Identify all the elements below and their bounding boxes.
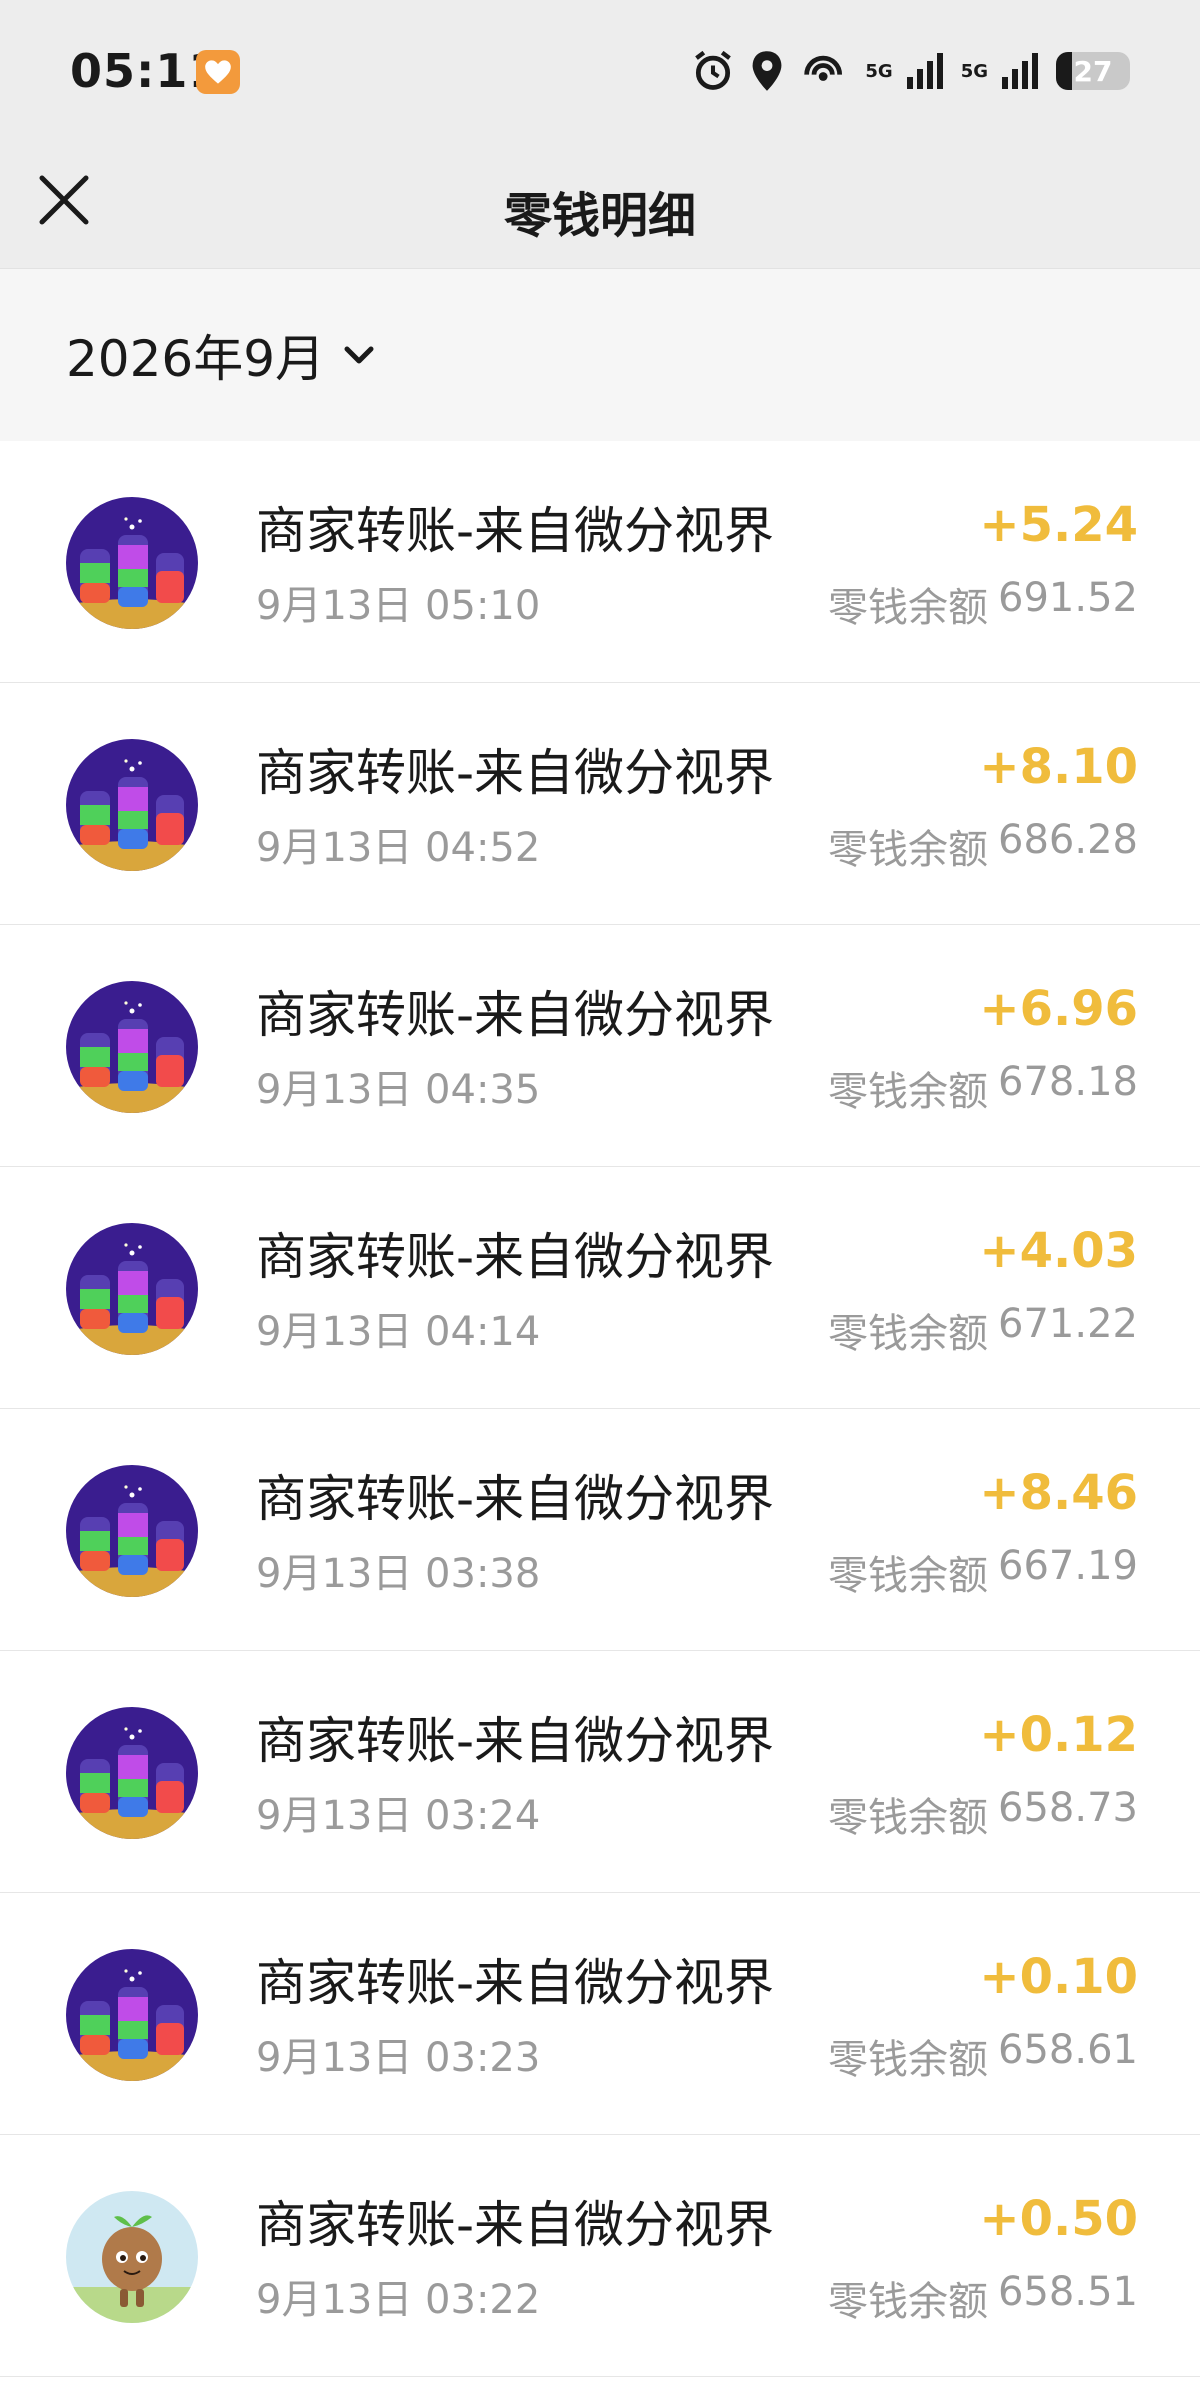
balance-label: 零钱余额 xyxy=(828,1795,989,1841)
bottles-avatar-icon xyxy=(66,981,198,1113)
bottles-avatar-icon xyxy=(66,739,198,871)
transaction-time: 9月13日 03:22 xyxy=(256,2277,541,2323)
transaction-amount: +0.12 xyxy=(979,1707,1138,1763)
transaction-time: 9月13日 04:52 xyxy=(256,825,541,871)
transaction-time: 9月13日 03:23 xyxy=(256,2035,541,2081)
transaction-amount: +8.46 xyxy=(979,1465,1138,1521)
bottles-avatar-icon xyxy=(66,1949,198,2081)
transaction-title: 商家转账-来自微分视界 xyxy=(256,744,775,802)
status-icons: 5G 5G 27 xyxy=(691,48,1130,94)
transaction-amount: +5.24 xyxy=(979,497,1138,553)
transaction-time: 9月13日 04:35 xyxy=(256,1067,541,1113)
transaction-title: 商家转账-来自微分视界 xyxy=(256,986,775,1044)
transaction-balance: 零钱余额 691.52 xyxy=(828,575,1138,633)
transaction-row[interactable]: 商家转账-来自微分视界 9月13日 04:14 +4.03 零钱余额 671.22 xyxy=(0,1167,1200,1409)
month-picker[interactable]: 2026年9月 xyxy=(66,319,379,391)
bottles-avatar-icon xyxy=(66,1223,198,1355)
transaction-row[interactable]: 商家转账-来自微分视界 9月13日 03:23 +0.10 零钱余额 658.61 xyxy=(0,1893,1200,2135)
balance-label: 零钱余额 xyxy=(828,2279,989,2325)
transaction-title: 商家转账-来自微分视界 xyxy=(256,502,775,560)
transaction-amount: +8.10 xyxy=(979,739,1138,795)
transaction-time: 9月13日 04:14 xyxy=(256,1309,541,1355)
transaction-time: 9月13日 03:38 xyxy=(256,1551,541,1597)
app-heart-icon xyxy=(196,50,240,94)
balance-label: 零钱余额 xyxy=(828,1069,989,1115)
transaction-balance: 零钱余额 678.18 xyxy=(828,1059,1138,1117)
balance-label: 零钱余额 xyxy=(828,1311,989,1357)
transaction-balance: 零钱余额 658.73 xyxy=(828,1785,1138,1843)
balance-label: 零钱余额 xyxy=(828,585,989,631)
month-label: 2026年9月 xyxy=(66,330,326,388)
battery-icon: 27 xyxy=(1056,52,1130,90)
transaction-balance: 零钱余额 658.51 xyxy=(828,2269,1138,2327)
page-title: 零钱明细 xyxy=(503,188,696,244)
chevron-down-icon xyxy=(344,346,374,364)
transaction-row[interactable]: 商家转账-来自微分视界 9月13日 03:38 +8.46 零钱余额 667.19 xyxy=(0,1409,1200,1651)
balance-value: 658.73 xyxy=(998,1785,1138,1831)
transaction-amount: +0.10 xyxy=(979,1949,1138,2005)
transaction-amount: +6.96 xyxy=(979,981,1138,1037)
status-bar: 05:11 5G 5G 27 xyxy=(0,0,1200,140)
bottles-avatar-icon xyxy=(66,1707,198,1839)
transaction-row[interactable]: 商家转账-来自微分视界 9月13日 03:24 +0.12 零钱余额 658.73 xyxy=(0,1651,1200,1893)
transaction-title: 商家转账-来自微分视界 xyxy=(256,2196,775,2254)
signal-icon xyxy=(906,53,943,89)
transaction-row[interactable]: 商家转账-来自微分视界 9月13日 04:52 +8.10 零钱余额 686.28 xyxy=(0,683,1200,925)
location-icon xyxy=(752,51,782,91)
transaction-balance: 零钱余额 658.61 xyxy=(828,2027,1138,2085)
transaction-balance: 零钱余额 686.28 xyxy=(828,817,1138,875)
balance-value: 671.22 xyxy=(998,1301,1138,1347)
month-filter-bar: 2026年9月 xyxy=(0,269,1200,441)
battery-level: 27 xyxy=(1073,54,1113,88)
alarm-icon xyxy=(695,50,732,90)
balance-label: 零钱余额 xyxy=(828,1553,989,1599)
sprout-character-avatar-icon xyxy=(66,2191,198,2323)
transaction-row[interactable]: 商家转账-来自微分视界 9月13日 03:22 +0.50 零钱余额 658.51 xyxy=(0,2135,1200,2377)
transaction-row[interactable]: 商家转账-来自微分视界 9月13日 05:10 +5.24 零钱余额 691.52 xyxy=(0,441,1200,683)
balance-value: 667.19 xyxy=(998,1543,1138,1589)
transaction-title: 商家转账-来自微分视界 xyxy=(256,1470,775,1528)
transaction-time: 9月13日 05:10 xyxy=(256,583,541,629)
network-type-2: 5G xyxy=(960,60,988,82)
transaction-balance: 零钱余额 671.22 xyxy=(828,1301,1138,1359)
balance-value: 658.51 xyxy=(998,2269,1138,2315)
transaction-amount: +0.50 xyxy=(979,2191,1138,2247)
transaction-title: 商家转账-来自微分视界 xyxy=(256,1228,775,1286)
balance-value: 658.61 xyxy=(998,2027,1138,2073)
bottles-avatar-icon xyxy=(66,497,198,629)
balance-label: 零钱余额 xyxy=(828,827,989,873)
balance-value: 678.18 xyxy=(998,1059,1138,1105)
bottles-avatar-icon xyxy=(66,1465,198,1597)
transaction-amount: +4.03 xyxy=(979,1223,1138,1279)
transaction-time: 9月13日 03:24 xyxy=(256,1793,541,1839)
transaction-title: 商家转账-来自微分视界 xyxy=(256,1954,775,2012)
transaction-title: 商家转账-来自微分视界 xyxy=(256,1712,775,1770)
transaction-balance: 零钱余额 667.19 xyxy=(828,1543,1138,1601)
nav-bar: 零钱明细 xyxy=(0,140,1200,269)
balance-value: 691.52 xyxy=(998,575,1138,621)
balance-value: 686.28 xyxy=(998,817,1138,863)
transaction-row[interactable]: 商家转账-来自微分视界 9月13日 04:35 +6.96 零钱余额 678.18 xyxy=(0,925,1200,1167)
balance-label: 零钱余额 xyxy=(828,2037,989,2083)
signal-icon-2 xyxy=(1002,53,1038,89)
network-type-1: 5G xyxy=(865,60,893,82)
transaction-list: 商家转账-来自微分视界 9月13日 05:10 +5.24 零钱余额 691.52 商家… xyxy=(0,441,1200,2377)
hotspot-icon xyxy=(804,55,843,81)
